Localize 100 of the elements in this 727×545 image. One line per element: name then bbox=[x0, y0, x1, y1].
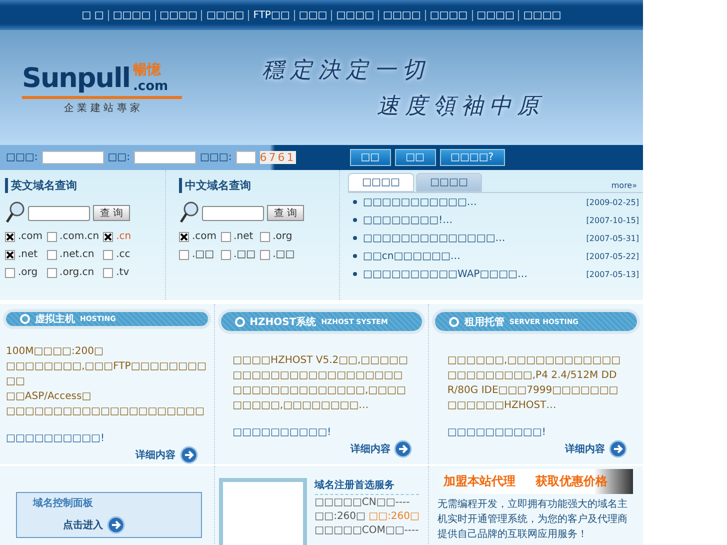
nav-link[interactable]: □□□□ bbox=[201, 10, 248, 20]
circle-icon bbox=[20, 314, 30, 324]
section-title: 租用托管 bbox=[464, 316, 504, 328]
extension-label: .net.cn bbox=[60, 249, 94, 260]
news-date: [2007-05-31] bbox=[586, 234, 640, 242]
bullet-icon bbox=[353, 200, 357, 204]
login-button[interactable]: □□ bbox=[394, 149, 436, 166]
circle-icon bbox=[449, 316, 460, 326]
captcha-code: 6761 bbox=[260, 151, 296, 164]
bullet-icon bbox=[353, 218, 357, 222]
description-text: □□ASP/Access□ bbox=[6, 390, 92, 404]
checkbox[interactable] bbox=[260, 232, 270, 242]
slogan-text: 穩定決定一切 bbox=[262, 56, 431, 84]
domain-input-field[interactable] bbox=[202, 206, 264, 220]
bullet-icon bbox=[353, 236, 357, 240]
checkbox[interactable] bbox=[260, 250, 270, 260]
login-button[interactable]: □□□□? bbox=[440, 149, 505, 166]
extension-label: .tv bbox=[116, 267, 130, 278]
search-icon bbox=[5, 201, 25, 225]
extension-label: .□□ bbox=[234, 249, 256, 260]
extension-label: .org bbox=[272, 231, 292, 242]
nav-link[interactable]: □□□□ bbox=[518, 10, 566, 20]
checkbox[interactable] bbox=[46, 268, 57, 278]
login-field[interactable] bbox=[42, 151, 104, 164]
checkbox[interactable] bbox=[179, 250, 189, 260]
service-text: □□□□□CN□□---- bbox=[314, 496, 411, 510]
section-title: 中文域名查询 bbox=[179, 178, 339, 193]
promo-link[interactable]: □□□□□□□□□□! bbox=[447, 425, 626, 440]
promo-link[interactable]: □□□□□□□□□□! bbox=[6, 431, 208, 446]
nav-link[interactable]: □□□□ bbox=[472, 10, 518, 20]
news-title[interactable]: □□□□□□□□□□WAP□□□□… bbox=[363, 268, 528, 280]
checkbox[interactable] bbox=[5, 232, 15, 242]
banner-title[interactable]: 域名控制面板 bbox=[33, 496, 125, 510]
section-title: 虚拟主机 bbox=[35, 312, 75, 326]
section-title: HZHOST系统 bbox=[250, 316, 316, 328]
checkbox[interactable] bbox=[46, 232, 57, 242]
extension-label: .□□ bbox=[192, 249, 214, 260]
more-link[interactable]: more» bbox=[605, 179, 643, 192]
checkbox[interactable] bbox=[103, 232, 114, 242]
circle-icon bbox=[234, 316, 245, 326]
extension-label: .com.cn bbox=[60, 231, 100, 242]
logo-domain: .com bbox=[132, 78, 168, 94]
promo-link[interactable]: □□□□□□□□□□! bbox=[232, 425, 410, 440]
price-text: □□:260□ bbox=[314, 511, 366, 522]
domain-input-field[interactable] bbox=[28, 206, 90, 220]
slogan-text: 速度領袖中原 bbox=[377, 92, 545, 120]
news-title[interactable]: □□□□□□□□□□□□□□… bbox=[363, 232, 506, 244]
description-text: □□□□□□,□□□□□□□□□□□□□□□□□□□□□,P4 2.4/512M DDR/80G IDE□□□7999□□□□□□□□□□□□□HZHOST… bbox=[447, 354, 622, 413]
price-text: □□:260□ bbox=[368, 511, 420, 522]
news-date: [2009-02-25] bbox=[586, 198, 640, 206]
news-date: [2007-10-15] bbox=[586, 216, 640, 224]
search-button[interactable]: 查 询 bbox=[267, 205, 304, 221]
logo-tagline: 企 業 建 站 專 家 bbox=[63, 102, 141, 114]
extension-label: .net bbox=[18, 249, 38, 260]
search-icon bbox=[179, 201, 199, 225]
details-link[interactable]: 详细内容 bbox=[565, 442, 606, 456]
nav-link[interactable]: FTP□□ bbox=[248, 10, 294, 20]
checkbox[interactable] bbox=[220, 250, 231, 260]
news-date: [2007-05-13] bbox=[586, 270, 640, 278]
nav-link[interactable]: □ □ bbox=[78, 10, 108, 20]
details-link[interactable]: 详细内容 bbox=[136, 448, 176, 462]
checkbox[interactable] bbox=[220, 232, 231, 242]
news-tab[interactable]: □□□□ bbox=[416, 173, 482, 192]
extension-label: .□□ bbox=[272, 249, 295, 260]
nav-link[interactable]: □□□□ bbox=[108, 10, 155, 20]
details-link[interactable]: 详细内容 bbox=[350, 442, 390, 456]
search-button[interactable]: 查 询 bbox=[93, 205, 130, 221]
news-title[interactable]: □□□□□□□□!… bbox=[363, 214, 453, 226]
extension-label: .com bbox=[192, 231, 217, 242]
nav-link[interactable]: □□□ bbox=[294, 10, 332, 20]
service-text: □□□□□COM□□---- bbox=[314, 524, 420, 538]
logo-wordmark: Sunpull bbox=[22, 62, 130, 94]
description-text: □□□□□□□□□□□□□□□□□□□□□ bbox=[6, 405, 206, 419]
description-text: 100M□□□□:200□ bbox=[6, 345, 104, 359]
extension-label: .org.cn bbox=[60, 267, 94, 278]
checkbox[interactable] bbox=[179, 232, 189, 242]
nav-link[interactable]: □□□□ bbox=[378, 10, 425, 20]
nav-link[interactable]: □□□□ bbox=[331, 10, 378, 20]
enter-link[interactable]: 点击进入 bbox=[63, 518, 103, 532]
nav-link[interactable]: □□□□ bbox=[154, 10, 202, 20]
nav-link[interactable]: □□□□ bbox=[424, 10, 472, 20]
agent-description: 无需编程开发，立即拥有功能强大的域名主机实时开通管理系统，为您的客户及代理商提供自己品牌的互联网应用服务！ bbox=[437, 498, 628, 542]
login-label: □□□: bbox=[200, 152, 232, 163]
checkbox[interactable] bbox=[103, 268, 114, 278]
service-title: 域名注册首选服务 bbox=[314, 478, 420, 495]
extension-label: .cn bbox=[116, 231, 132, 242]
checkbox[interactable] bbox=[46, 250, 57, 260]
extension-label: .net bbox=[234, 231, 254, 242]
checkbox[interactable] bbox=[5, 268, 15, 278]
news-title[interactable]: □□□□□□□□□□□… bbox=[363, 196, 477, 208]
news-tab[interactable]: □□□□ bbox=[348, 173, 414, 192]
login-field[interactable] bbox=[134, 151, 196, 164]
login-label: □□: bbox=[108, 152, 130, 163]
login-label: □□□: bbox=[6, 152, 38, 163]
news-title[interactable]: □□cn□□□□□□… bbox=[363, 250, 460, 262]
login-field[interactable] bbox=[236, 151, 256, 164]
checkbox[interactable] bbox=[5, 250, 15, 260]
login-button[interactable]: □□ bbox=[350, 149, 391, 166]
checkbox[interactable] bbox=[103, 250, 114, 260]
news-date: [2007-05-22] bbox=[586, 252, 640, 260]
